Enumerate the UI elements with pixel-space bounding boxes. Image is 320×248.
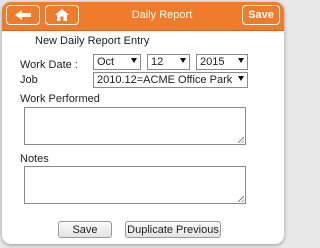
home-icon [55,9,69,21]
home-button[interactable] [45,5,79,25]
month-select[interactable]: Oct [93,54,141,70]
work-date-label: Work Date : [20,59,78,71]
chevron-down-icon [180,58,186,63]
job-select[interactable]: 2010.12=ACME Office Park [93,72,248,88]
work-performed-label: Work Performed [20,93,100,105]
chevron-down-icon [238,58,244,63]
notes-label: Notes [20,153,49,165]
year-select[interactable]: 2015 [196,54,248,70]
arrow-left-icon [15,10,31,20]
header-save-button[interactable]: Save [242,5,280,25]
header-bar: Daily Report Save [2,2,284,31]
job-value: 2010.12=ACME Office Park [97,74,233,86]
resize-grip-icon[interactable] [238,137,244,143]
notes-textarea[interactable] [24,166,246,204]
chevron-down-icon [238,76,244,81]
month-value: Oct [97,56,115,68]
work-performed-textarea[interactable] [24,107,246,145]
back-button[interactable] [6,5,40,25]
form-subtitle: New Daily Report Entry [35,35,150,47]
resize-grip-icon[interactable] [238,196,244,202]
day-select[interactable]: 12 [147,54,190,70]
duplicate-previous-button[interactable]: Duplicate Previous [125,221,221,238]
page-title: Daily Report [131,9,193,21]
job-label: Job [20,74,38,86]
day-value: 12 [151,56,164,68]
year-value: 2015 [200,56,225,68]
chevron-down-icon [131,58,137,63]
daily-report-window: Daily Report Save New Daily Report Entry… [2,2,284,244]
save-button[interactable]: Save [58,221,112,238]
